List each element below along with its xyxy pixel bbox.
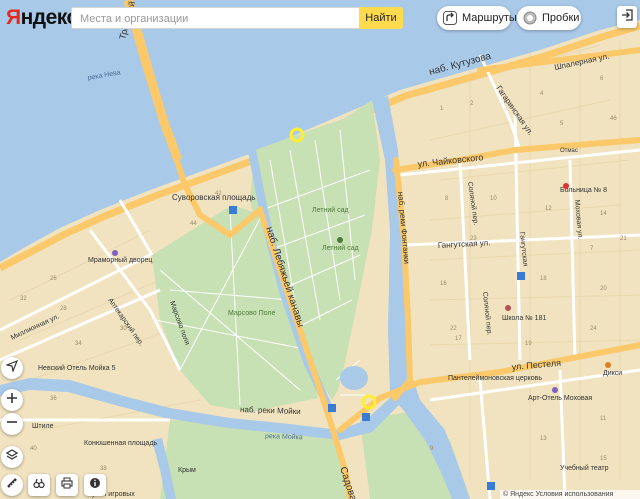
login-icon: [621, 8, 633, 26]
house-number: 21: [620, 236, 627, 242]
layers-button[interactable]: [1, 446, 23, 468]
house-number: 40: [30, 446, 37, 452]
house-number: 38: [100, 466, 107, 472]
binoculars-button[interactable]: [28, 474, 50, 496]
routes-icon: [443, 11, 457, 25]
ruler-button[interactable]: [1, 474, 23, 496]
search-input[interactable]: [78, 9, 362, 29]
find-button[interactable]: Найти: [359, 7, 403, 29]
house-number: 15: [600, 456, 607, 462]
zoom-out-icon: [6, 415, 18, 433]
layers-icon: [5, 448, 19, 466]
house-number: 11: [600, 416, 607, 422]
house-number: 18: [540, 276, 547, 282]
karpiev-pond: [340, 366, 368, 390]
login-button[interactable]: [617, 6, 637, 28]
logo-first-letter: Я: [6, 6, 21, 29]
letny-sad-label2: Летний сад: [322, 244, 359, 252]
konyushennaya-label: Конюшенная площадь: [84, 440, 158, 447]
top-bar: Яндекс Найти Маршруты Пробки: [0, 0, 640, 40]
logo-rest: ндекс: [20, 6, 79, 29]
house-number: 46: [610, 116, 617, 122]
mramorny-label: Мраморный дворец: [88, 256, 152, 264]
yandex-logo[interactable]: Яндекс: [6, 6, 78, 30]
house-number: 30: [120, 326, 127, 332]
binoculars-icon: [33, 476, 45, 494]
ruler-icon: [6, 476, 18, 494]
uchebny-label: Учебный театр: [560, 464, 609, 472]
map-canvas[interactable]: Троицкий мост наб. Кутузова Шпалерная ул…: [0, 0, 640, 499]
house-number: 44: [190, 221, 197, 227]
house-number: 20: [600, 286, 607, 292]
dixy-label: Дикси: [603, 370, 622, 377]
house-number: 14: [600, 211, 607, 217]
geolocation-button[interactable]: [1, 357, 23, 379]
info-icon: [89, 476, 101, 494]
house-number: 19: [525, 341, 532, 347]
house-number: 36: [50, 396, 57, 402]
house-number: 23: [470, 236, 477, 242]
geolocation-icon: [4, 359, 19, 377]
traffic-button[interactable]: Пробки: [517, 6, 581, 30]
shtili-label: Штиле: [32, 423, 54, 430]
traffic-label: Пробки: [542, 12, 580, 24]
zoom-out-button[interactable]: [1, 413, 23, 435]
house-number: 42: [215, 191, 222, 197]
print-icon: [61, 476, 73, 494]
traffic-icon: [523, 11, 537, 25]
house-number: 16: [440, 281, 447, 287]
shkola-label: Школа № 181: [502, 315, 546, 322]
house-number: 26: [50, 276, 57, 282]
house-number: 24: [590, 326, 597, 332]
zoom-in-icon: [6, 391, 18, 409]
moika-river-label: река Мойка: [265, 432, 303, 441]
house-number: 34: [75, 341, 82, 347]
zoom-in-button[interactable]: [1, 389, 23, 411]
copyright-footer[interactable]: © Яндекс Условия использования: [500, 490, 640, 499]
marsovo-pole-label: Марсово Поле: [228, 310, 276, 317]
house-number: 17: [455, 336, 462, 342]
info-button[interactable]: [84, 474, 106, 496]
suvorovskaya-label: Суворовская площадь: [172, 193, 256, 202]
search-box[interactable]: [71, 7, 362, 29]
routes-label: Маршруты: [462, 12, 517, 24]
nevsky-hotel-label: Невский Отель Мойка 5: [38, 364, 116, 372]
krym-label: Крым: [178, 467, 196, 474]
house-number: 10: [490, 196, 497, 202]
print-button[interactable]: [56, 474, 78, 496]
house-number: 12: [545, 206, 552, 212]
house-number: 32: [20, 296, 27, 302]
panteleimon-label: Пантелеймоновская церковь: [448, 374, 542, 382]
otrad-label: Отмас: [560, 148, 578, 154]
house-number: 28: [60, 306, 67, 312]
house-number: 13: [540, 436, 547, 442]
art-otel-label: Арт-Отель Моховая: [528, 395, 592, 402]
routes-button[interactable]: Маршруты: [437, 6, 517, 30]
letny-sad-label: Летний сад: [312, 206, 349, 214]
house-number: 22: [450, 326, 457, 332]
